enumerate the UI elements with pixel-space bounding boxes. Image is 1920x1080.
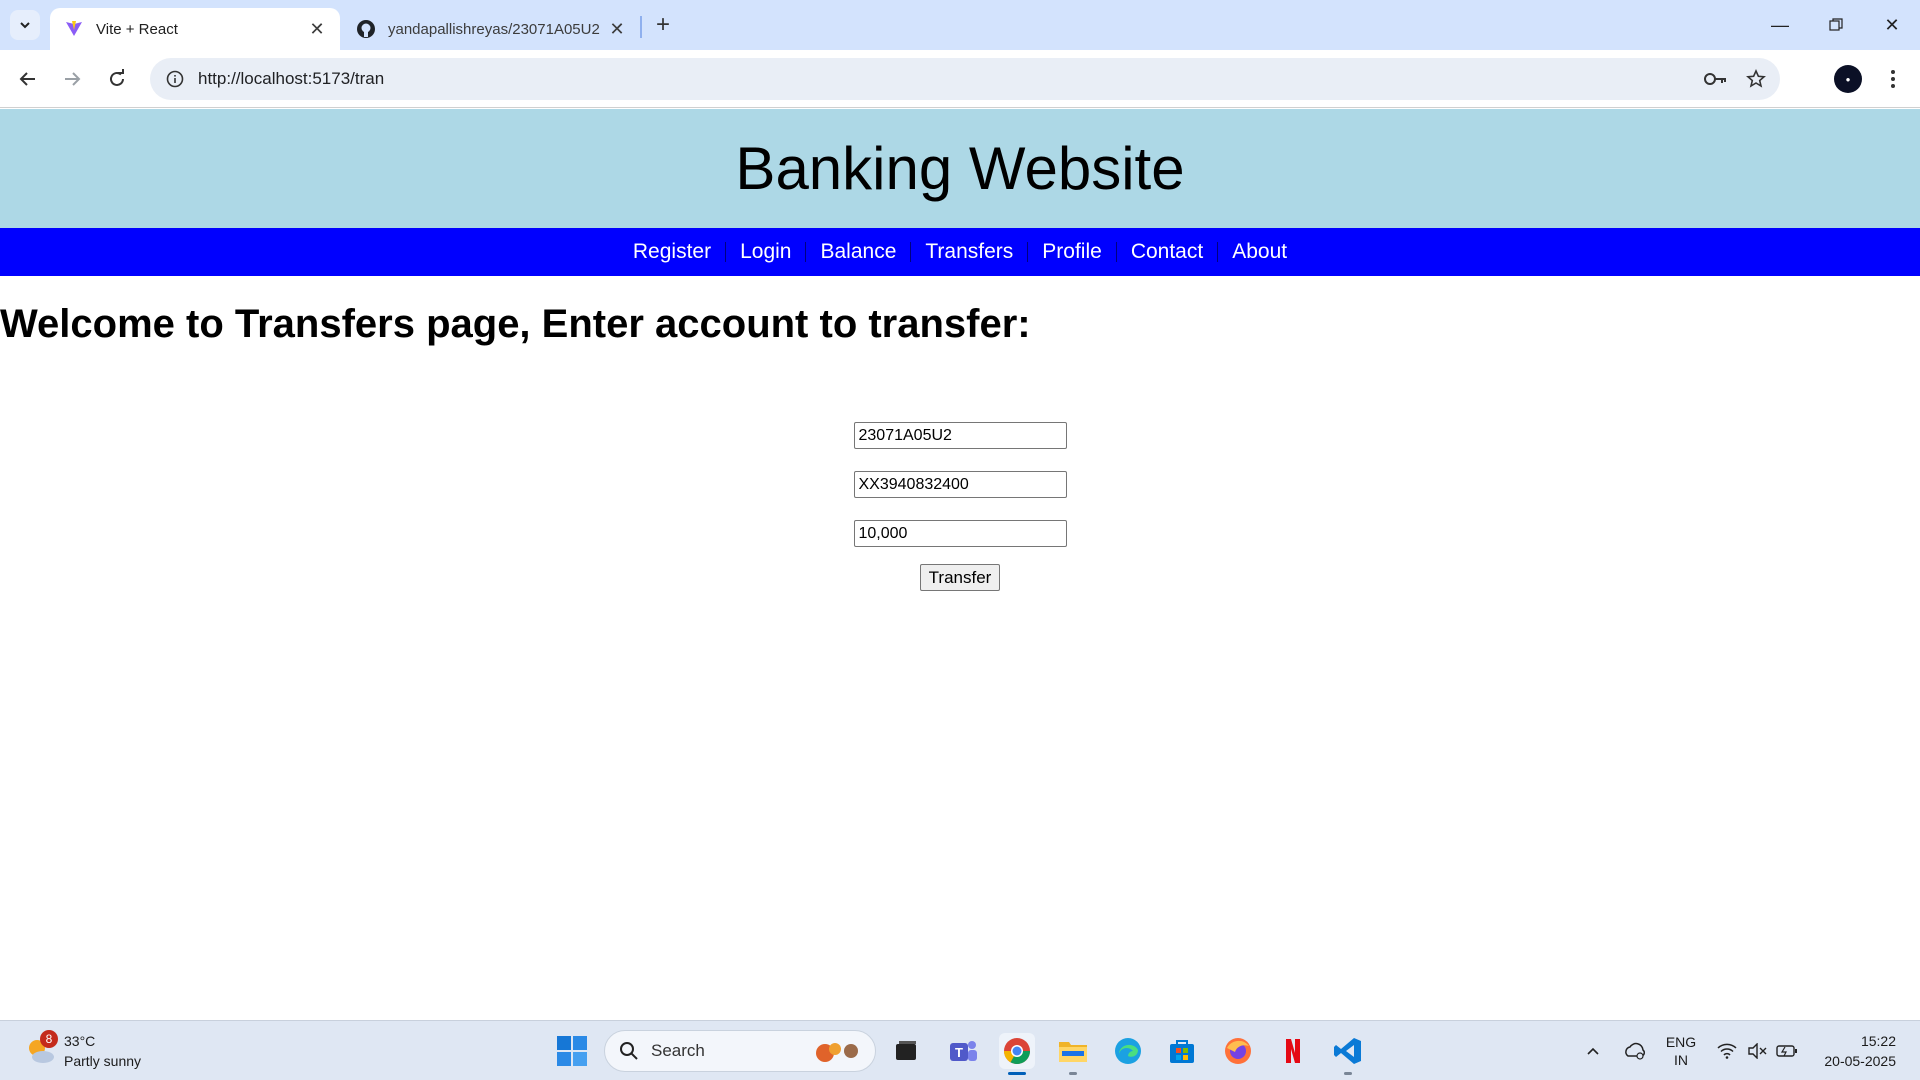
windows-start-icon[interactable] [555,1034,589,1068]
profile-avatar[interactable]: ● [1834,65,1862,93]
battery-icon[interactable] [1774,1021,1800,1080]
running-indicator [1069,1072,1077,1075]
lang-line-2: IN [1674,1052,1688,1068]
weather-widget[interactable]: 8 33°C Partly sunny [24,1030,142,1071]
taskbar: 8 33°C Partly sunny Search T ENG IN 15:2… [0,1020,1920,1080]
clock-date: 20-05-2025 [1824,1053,1896,1069]
partly-sunny-icon: 8 [24,1030,58,1068]
netflix-icon[interactable] [1275,1033,1311,1069]
site-nav: Register Login Balance Transfers Profile… [0,228,1920,276]
browser-tab-bar: Vite + React ✕ yandapallishreyas/23071A0… [0,0,1920,50]
nav-link-profile[interactable]: Profile [1028,241,1117,262]
transfer-form: Transfer [0,422,1920,591]
search-label: Search [651,1041,705,1060]
weather-condition: Partly sunny [64,1053,142,1069]
site-title: Banking Website [735,135,1185,202]
chevron-up-icon[interactable] [1580,1021,1606,1080]
teams-icon[interactable]: T [945,1033,981,1069]
nav-link-balance[interactable]: Balance [806,241,912,262]
volume-muted-icon[interactable] [1744,1021,1770,1080]
system-clock[interactable]: 15:22 20-05-2025 [1824,1031,1896,1071]
amount-input[interactable] [853,520,1067,547]
clock-time: 15:22 [1860,1033,1896,1049]
tab-title: yandapallishreyas/23071A05U2 [388,20,600,38]
microsoft-store-icon[interactable] [1164,1033,1200,1069]
weather-temp: 33°C [64,1033,96,1049]
nav-link-register[interactable]: Register [619,241,727,262]
minimize-icon[interactable]: — [1752,0,1808,50]
running-indicator [1344,1072,1352,1075]
password-key-icon[interactable] [1700,63,1732,95]
web-page: Banking Website Register Login Balance T… [0,109,1920,1020]
task-view-icon[interactable] [888,1033,924,1069]
browser-toolbar: http://localhost:5173/tran ● [0,50,1920,108]
vite-icon [64,19,84,39]
file-explorer-icon[interactable] [1055,1033,1091,1075]
lang-line-1: ENG [1665,1034,1697,1050]
onedrive-sync-icon[interactable] [1620,1021,1650,1080]
close-window-icon[interactable]: ✕ [1864,0,1920,50]
tab-github[interactable]: yandapallishreyas/23071A05U2 ✕ [348,8,640,50]
forward-icon[interactable] [56,63,88,95]
menu-dots-icon[interactable] [1878,63,1908,95]
bookmark-star-icon[interactable] [1740,63,1772,95]
taskbar-search[interactable]: Search [604,1030,876,1072]
chrome-icon[interactable] [999,1033,1035,1075]
weather-badge: 8 [40,1030,58,1048]
from-account-input[interactable] [853,422,1067,449]
restore-icon[interactable] [1808,0,1864,50]
address-bar[interactable]: http://localhost:5173/tran [150,58,1780,100]
to-account-input[interactable] [853,471,1067,498]
nav-link-login[interactable]: Login [726,241,807,262]
close-icon[interactable]: ✕ [306,18,328,40]
tab-search-button[interactable] [10,10,40,40]
active-indicator [1008,1072,1026,1075]
search-highlight-icon [816,1043,858,1062]
site-header: Banking Website [0,109,1920,228]
edge-icon[interactable] [1110,1033,1146,1069]
firefox-icon[interactable] [1220,1033,1256,1069]
nav-link-contact[interactable]: Contact [1117,241,1219,262]
vscode-icon[interactable] [1330,1033,1366,1075]
site-info-icon[interactable] [162,66,188,92]
url-text: http://localhost:5173/tran [198,69,385,88]
reload-icon[interactable] [101,63,133,95]
back-icon[interactable] [12,63,44,95]
tab-title: Vite + React [96,20,178,38]
window-controls: — ✕ [1752,0,1920,50]
new-tab-button[interactable]: + [650,11,676,38]
transfer-button[interactable]: Transfer [919,564,1001,591]
nav-link-transfers[interactable]: Transfers [911,241,1029,262]
search-icon [620,1042,638,1060]
wifi-icon[interactable] [1714,1021,1740,1080]
svg-text:T: T [955,1045,963,1060]
tab-vite-react[interactable]: Vite + React ✕ [50,8,340,50]
nav-link-about[interactable]: About [1218,241,1301,262]
chevron-down-icon [20,22,30,29]
page-heading: Welcome to Transfers page, Enter account… [0,302,1031,346]
close-icon[interactable]: ✕ [606,18,628,40]
github-icon [356,19,376,39]
tab-divider [640,16,642,38]
language-indicator[interactable]: ENG IN [1660,1021,1702,1080]
